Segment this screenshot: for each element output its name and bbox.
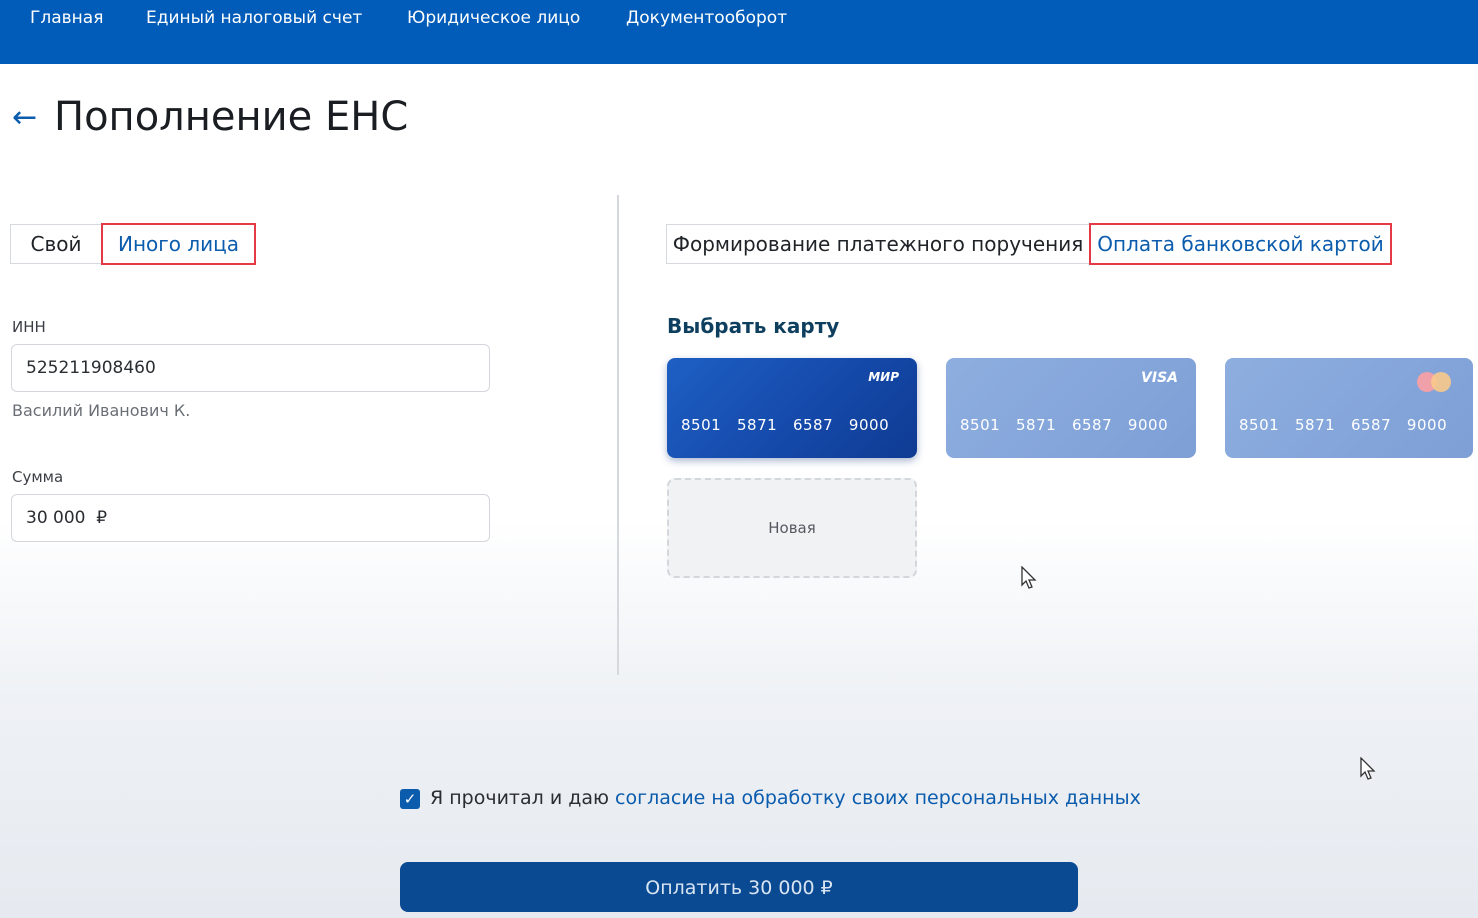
pay-button[interactable]: Оплатить 30 000 ₽ bbox=[400, 862, 1078, 912]
card-number: 8501 5871 6587 9000 bbox=[960, 416, 1169, 434]
method-option-payment-order[interactable]: Формирование платежного поручения bbox=[667, 225, 1089, 263]
mouse-pointer-icon bbox=[1021, 566, 1037, 589]
visa-logo: VISA bbox=[1141, 370, 1178, 386]
inn-owner-name: Василий Иванович К. bbox=[12, 401, 191, 420]
card-number: 8501 5871 6587 9000 bbox=[1239, 416, 1448, 434]
mastercard-logo-icon bbox=[1417, 372, 1453, 392]
consent-checkbox[interactable]: ✓ bbox=[400, 789, 420, 809]
nav-item-home[interactable]: Главная bbox=[30, 8, 103, 28]
nav-item-document-flow[interactable]: Документооборот bbox=[626, 8, 787, 28]
choose-card-title: Выбрать карту bbox=[667, 314, 840, 338]
consent-text: Я прочитал и даю согласие на обработку с… bbox=[430, 787, 1141, 809]
payer-type-toggle: Свой Иного лица bbox=[10, 223, 256, 265]
bank-card-mir[interactable]: МИР 8501 5871 6587 9000 bbox=[667, 358, 917, 458]
card-number: 8501 5871 6587 9000 bbox=[681, 416, 890, 434]
top-navigation-bar: Главная Единый налоговый счет Юридическо… bbox=[0, 0, 1478, 64]
mir-logo: МИР bbox=[868, 370, 899, 384]
method-option-bank-card[interactable]: Оплата банковской картой bbox=[1089, 223, 1392, 265]
consent-personal-data-link[interactable]: согласие на обработку своих персональных… bbox=[615, 787, 1141, 809]
bank-card-mastercard[interactable]: 8501 5871 6587 9000 bbox=[1225, 358, 1473, 458]
amount-input[interactable]: 30 000 ₽ bbox=[11, 494, 490, 542]
nav-item-legal-entity[interactable]: Юридическое лицо bbox=[407, 8, 580, 28]
inn-input[interactable]: 525211908460 bbox=[11, 344, 490, 392]
mouse-pointer-icon bbox=[1360, 757, 1376, 780]
nav-item-unified-tax-account[interactable]: Единый налоговый счет bbox=[146, 8, 362, 28]
bank-card-visa[interactable]: VISA 8501 5871 6587 9000 bbox=[946, 358, 1196, 458]
add-new-card-button[interactable]: Новая bbox=[667, 478, 917, 578]
back-arrow-icon[interactable]: ← bbox=[12, 100, 42, 136]
payer-option-other-person[interactable]: Иного лица bbox=[101, 223, 256, 265]
page-title: Пополнение ЕНС bbox=[54, 94, 409, 140]
column-divider bbox=[617, 195, 619, 675]
consent-text-prefix: Я прочитал и даю bbox=[430, 787, 616, 809]
payment-method-toggle: Формирование платежного поручения Оплата… bbox=[666, 223, 1392, 265]
inn-label: ИНН bbox=[12, 318, 46, 336]
payer-option-self[interactable]: Свой bbox=[11, 225, 101, 263]
amount-label: Сумма bbox=[12, 468, 64, 486]
